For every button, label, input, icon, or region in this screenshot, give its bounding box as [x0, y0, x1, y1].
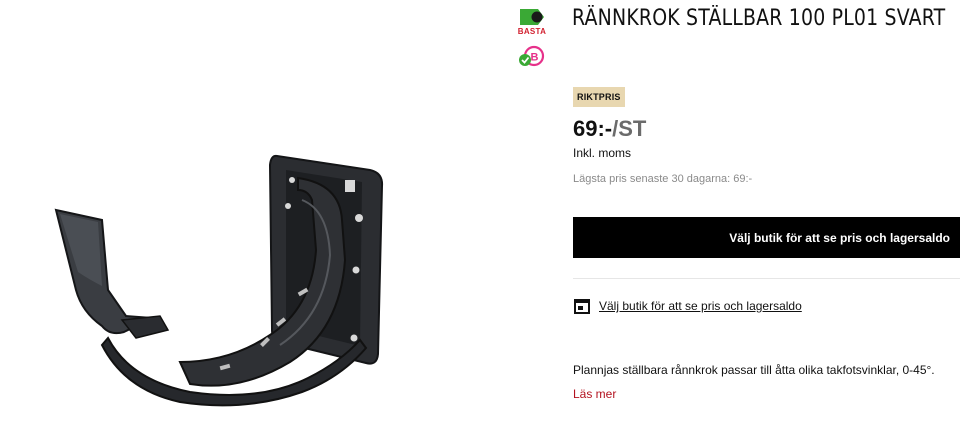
- product-title: RÄNNKROK STÄLLBAR 100 PL01 SVART: [572, 6, 946, 31]
- lowest-price-note: Lägsta pris senaste 30 dagarna: 69:-: [573, 173, 753, 185]
- basta-badge[interactable]: BASTA: [512, 8, 552, 36]
- vat-note: Inkl. moms: [573, 146, 632, 160]
- basta-label: BASTA: [517, 27, 547, 36]
- byggvarubedomningen-icon: B: [519, 45, 545, 67]
- product-image[interactable]: [40, 140, 440, 420]
- price-value: 69:-: [573, 116, 613, 141]
- basta-badge-icon: [520, 9, 544, 25]
- certification-badges: BASTA B: [512, 8, 552, 68]
- price-unit: /ST: [612, 116, 647, 141]
- gutter-hook-illustration: [54, 154, 384, 407]
- select-store-link-label[interactable]: Välj butik för att se pris och lagersald…: [599, 299, 802, 313]
- select-store-button[interactable]: Välj butik för att se pris och lagersald…: [573, 217, 960, 258]
- select-store-link[interactable]: Välj butik för att se pris och lagersald…: [573, 298, 802, 314]
- byggvarubedomningen-badge[interactable]: B: [512, 44, 552, 68]
- read-more-link[interactable]: Läs mer: [573, 387, 616, 401]
- product-description: Plannjas ställbara rånnkrok passar till …: [573, 363, 935, 377]
- price-display: 69:-/ST: [573, 116, 646, 142]
- price-type-badge: RIKTPRIS: [573, 87, 625, 107]
- svg-text:B: B: [531, 52, 539, 64]
- divider: [573, 278, 960, 279]
- store-icon: [574, 299, 590, 314]
